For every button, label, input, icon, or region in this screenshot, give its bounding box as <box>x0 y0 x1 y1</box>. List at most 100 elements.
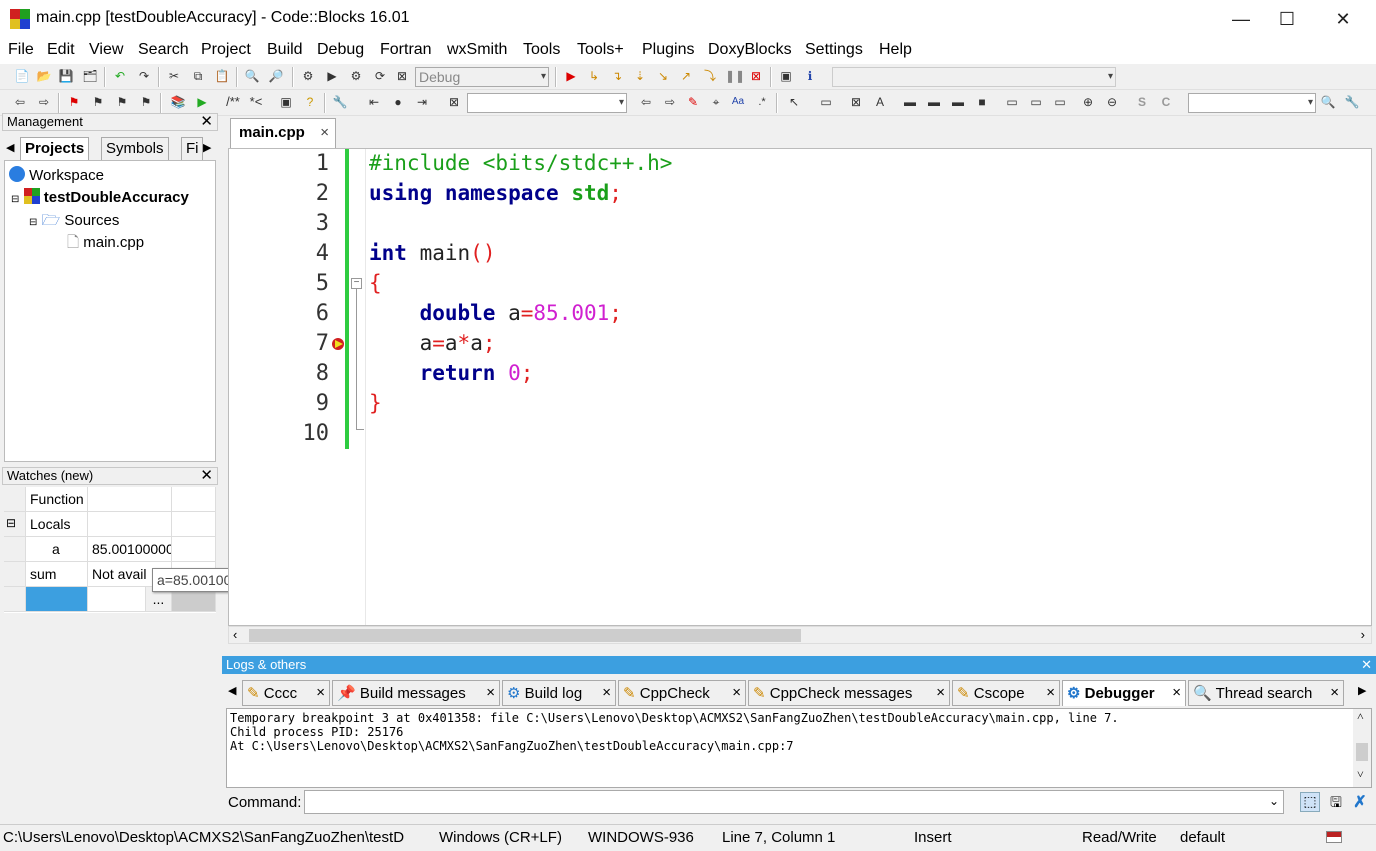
minimize-button[interactable]: — <box>1218 0 1264 38</box>
watch-value-cell[interactable] <box>88 512 172 537</box>
find-prev-icon[interactable]: ⇦ <box>638 94 654 110</box>
tab-cccc[interactable]: ✎ Cccc × <box>242 680 330 706</box>
layout-3-icon[interactable]: ▬ <box>950 94 966 110</box>
menu-file[interactable]: File <box>8 41 34 59</box>
close-tab-icon[interactable]: × <box>1172 684 1181 701</box>
shape-1-icon[interactable]: ▭ <box>1004 94 1020 110</box>
cut-icon[interactable]: ✂ <box>166 68 182 84</box>
pointer-icon[interactable]: ↖ <box>786 94 802 110</box>
run-to-cursor-icon[interactable]: ↳ <box>586 68 602 84</box>
close-button[interactable]: ✕ <box>1320 0 1366 38</box>
tab-main-cpp[interactable]: main.cpp × <box>230 118 336 148</box>
debug-info-icon[interactable]: ℹ <box>802 68 818 84</box>
menu-settings[interactable]: Settings <box>805 41 863 59</box>
toggle-bookmark-icon[interactable]: ⚑ <box>66 94 82 110</box>
tab-scroll-left-icon[interactable]: ◀ <box>6 141 14 154</box>
tab-build-log[interactable]: ⚙ Build log × <box>502 680 616 706</box>
watch-extra-cell[interactable] <box>172 512 216 537</box>
fold-collapse-icon[interactable]: − <box>351 278 362 289</box>
watch-value-cell[interactable] <box>88 487 172 512</box>
chevron-down-icon[interactable]: ⌄ <box>1269 794 1279 808</box>
clear-log-icon[interactable]: ✗ <box>1350 792 1370 812</box>
zoom-in-icon[interactable]: ⊕ <box>1080 94 1096 110</box>
menu-edit[interactable]: Edit <box>47 41 75 59</box>
watch-extra-cell[interactable] <box>172 537 216 562</box>
layout-2-icon[interactable]: ▬ <box>926 94 942 110</box>
replace-icon[interactable]: 🔎 <box>268 68 284 84</box>
build-icon[interactable]: ⚙ <box>300 68 316 84</box>
image-tool-icon[interactable]: ⊠ <box>848 94 864 110</box>
close-tab-icon[interactable]: × <box>316 684 325 701</box>
clear-search-icon[interactable]: ⊠ <box>446 94 462 110</box>
debugging-windows-icon[interactable]: ▣ <box>778 68 794 84</box>
selected-text-icon[interactable]: ⌖ <box>708 94 724 110</box>
clear-bookmarks-icon[interactable]: ⚑ <box>138 94 154 110</box>
scroll-down-icon[interactable]: ˅ <box>1357 767 1364 782</box>
undo-icon[interactable]: ↶ <box>112 68 128 84</box>
code-editor[interactable]: 1 2 3 4 5 6 7 8 9 10 − #include <bits/st… <box>228 148 1372 626</box>
save-icon[interactable]: 💾 <box>58 68 74 84</box>
search-combo[interactable]: ▾ <box>467 93 627 113</box>
open-file-icon[interactable]: 📂 <box>36 68 52 84</box>
new-watch-name-cell[interactable] <box>26 587 88 612</box>
menu-help[interactable]: Help <box>879 41 912 59</box>
menu-debug[interactable]: Debug <box>317 41 364 59</box>
highlight-pen-icon[interactable]: ✎ <box>685 94 701 110</box>
close-tab-icon[interactable]: × <box>320 124 329 141</box>
jump-back-icon[interactable]: ⇦ <box>12 94 28 110</box>
menu-search[interactable]: Search <box>138 41 189 59</box>
text-tool-icon[interactable]: A <box>872 94 888 110</box>
close-tab-icon[interactable]: × <box>602 684 611 701</box>
send-command-icon[interactable]: ⬚ <box>1300 792 1320 812</box>
step-into-instruction-icon[interactable]: ⤵ <box>702 68 718 84</box>
paste-icon[interactable]: 📋 <box>214 68 230 84</box>
step-out-icon[interactable]: ↗ <box>678 68 694 84</box>
c-icon[interactable]: C <box>1158 94 1174 110</box>
find-icon[interactable]: 🔍 <box>244 68 260 84</box>
menu-view[interactable]: View <box>89 41 123 59</box>
s-icon[interactable]: S <box>1134 94 1150 110</box>
tab-scroll-left-icon[interactable]: ◀ <box>228 684 236 697</box>
prev-bookmark-icon[interactable]: ⚑ <box>90 94 106 110</box>
tree-project[interactable]: ⊟ testDoubleAccuracy <box>11 188 189 206</box>
watch-name-cell[interactable]: Function <box>26 487 88 512</box>
code-completion-scope-select[interactable]: ▾ <box>832 67 1116 87</box>
tab-cppcheck[interactable]: ✎ CppCheck × <box>618 680 746 706</box>
tab-cppcheck-messages[interactable]: ✎ CppCheck messages × <box>748 680 950 706</box>
build-target-select[interactable]: Debug ▾ <box>415 67 549 87</box>
prev-occurrence-icon[interactable]: ⇤ <box>366 94 382 110</box>
next-line-icon[interactable]: ↴ <box>609 68 625 84</box>
scrollbar-thumb[interactable] <box>1356 743 1368 761</box>
layout-4-icon[interactable]: ■ <box>974 94 990 110</box>
menu-build[interactable]: Build <box>267 41 303 59</box>
next-instruction-icon[interactable]: ⇣ <box>632 68 648 84</box>
menu-tools-plus[interactable]: Tools+ <box>577 41 624 59</box>
watch-extra-cell[interactable] <box>172 487 216 512</box>
symbol-combo[interactable]: ▾ <box>1188 93 1316 113</box>
menu-tools[interactable]: Tools <box>523 41 560 59</box>
watch-value-cell[interactable]: 85.00100000 <box>88 537 172 562</box>
collapse-icon[interactable]: ⊟ <box>11 194 19 205</box>
menu-doxyblocks[interactable]: DoxyBlocks <box>708 41 792 59</box>
close-tab-icon[interactable]: × <box>1330 684 1339 701</box>
debug-start-icon[interactable]: ▶ <box>563 68 579 84</box>
shape-2-icon[interactable]: ▭ <box>1028 94 1044 110</box>
tab-thread-search[interactable]: 🔍 Thread search × <box>1188 680 1344 706</box>
run-icon[interactable]: ▶ <box>324 68 340 84</box>
watch-name-cell[interactable]: sum <box>26 562 88 587</box>
extract-docs-icon[interactable]: ▶ <box>194 94 210 110</box>
tree-file-main-cpp[interactable]: 🗋 main.cpp <box>67 232 144 257</box>
regex-icon[interactable]: .* <box>754 94 770 110</box>
search-symbol-icon[interactable]: 🔍 <box>1320 94 1336 110</box>
menu-fortran[interactable]: Fortran <box>380 41 432 59</box>
redo-icon[interactable]: ↷ <box>136 68 152 84</box>
scroll-left-icon[interactable]: ‹ <box>233 627 237 642</box>
stop-debugger-icon[interactable]: ⊠ <box>748 68 764 84</box>
build-and-run-icon[interactable]: ⚙ <box>348 68 364 84</box>
tab-scroll-right-icon[interactable]: ▶ <box>1358 684 1366 697</box>
watch-name-cell[interactable]: Locals <box>26 512 88 537</box>
block-comment-button[interactable]: /** <box>222 94 244 110</box>
menu-plugins[interactable]: Plugins <box>642 41 694 59</box>
next-bookmark-icon[interactable]: ⚑ <box>114 94 130 110</box>
zoom-out-icon[interactable]: ⊖ <box>1104 94 1120 110</box>
